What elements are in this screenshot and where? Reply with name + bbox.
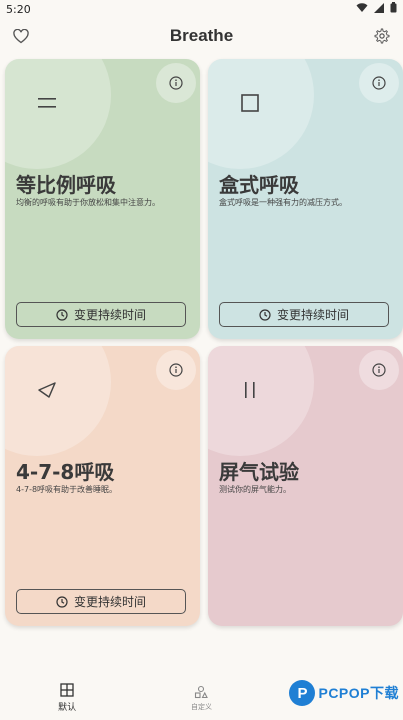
card-description: 盒式呼吸是一种强有力的减压方式。	[219, 198, 347, 207]
info-icon	[169, 76, 183, 90]
info-button[interactable]	[156, 350, 196, 390]
card-description: 测试你的屏气能力。	[219, 485, 291, 494]
nav-item-custom[interactable]: 自定义	[151, 685, 251, 712]
info-icon	[372, 363, 386, 377]
triangle-icon	[33, 376, 61, 404]
change-duration-button[interactable]: 变更持续时间	[219, 302, 389, 327]
button-label: 变更持续时间	[276, 308, 349, 322]
watermark-text: PCPOP下载	[318, 685, 399, 701]
nav-label: 自定义	[190, 702, 212, 711]
card-description: 4-7-8呼吸有助于改善睡眠。	[16, 485, 118, 494]
card-478-breathing[interactable]: 4-7-8呼吸 4-7-8呼吸有助于改善睡眠。 变更持续时间	[5, 346, 200, 626]
card-description: 均衡的呼吸有助于你放松和集中注意力。	[16, 198, 160, 207]
info-button[interactable]	[156, 63, 196, 103]
info-icon	[169, 363, 183, 377]
status-time: 5:20	[6, 2, 31, 16]
card-title: 盒式呼吸	[219, 173, 299, 197]
change-duration-button[interactable]: 变更持续时间	[16, 302, 186, 327]
clock-icon	[259, 308, 271, 321]
card-equal-breathing[interactable]: 等比例呼吸 均衡的呼吸有助于你放松和集中注意力。 变更持续时间	[5, 59, 200, 339]
button-label: 变更持续时间	[73, 308, 146, 322]
card-title: 等比例呼吸	[16, 173, 116, 197]
pcpop-logo-icon: P	[289, 680, 316, 706]
info-button[interactable]	[359, 63, 399, 103]
wifi-icon	[356, 2, 368, 16]
gear-icon[interactable]	[371, 25, 393, 47]
square-icon	[236, 89, 264, 117]
clock-icon	[56, 595, 68, 608]
grid-icon	[60, 683, 74, 697]
clock-icon	[56, 308, 68, 321]
change-duration-button[interactable]: 变更持续时间	[16, 589, 186, 614]
pause-icon	[236, 376, 264, 404]
card-breath-hold-test[interactable]: 屏气试验 测试你的屏气能力。	[208, 346, 403, 626]
button-label: 变更持续时间	[73, 595, 146, 609]
heart-icon[interactable]	[10, 25, 32, 47]
nav-label: 默认	[58, 703, 77, 713]
info-button[interactable]	[359, 350, 399, 390]
battery-icon	[390, 2, 397, 16]
info-icon	[372, 76, 386, 90]
status-bar: 5:20	[0, 0, 403, 18]
card-box-breathing[interactable]: 盒式呼吸 盒式呼吸是一种强有力的减压方式。 变更持续时间	[208, 59, 403, 339]
watermark: P PCPOP下载	[289, 680, 399, 706]
app-bar: Breathe	[0, 20, 403, 52]
card-title: 屏气试验	[219, 460, 299, 484]
page-title: Breathe	[169, 26, 234, 45]
card-title: 4-7-8呼吸	[16, 460, 115, 484]
shapes-icon	[195, 685, 209, 698]
nav-item-default[interactable]: 默认	[17, 683, 117, 713]
equal-icon	[33, 89, 61, 117]
signal-icon	[374, 2, 384, 16]
